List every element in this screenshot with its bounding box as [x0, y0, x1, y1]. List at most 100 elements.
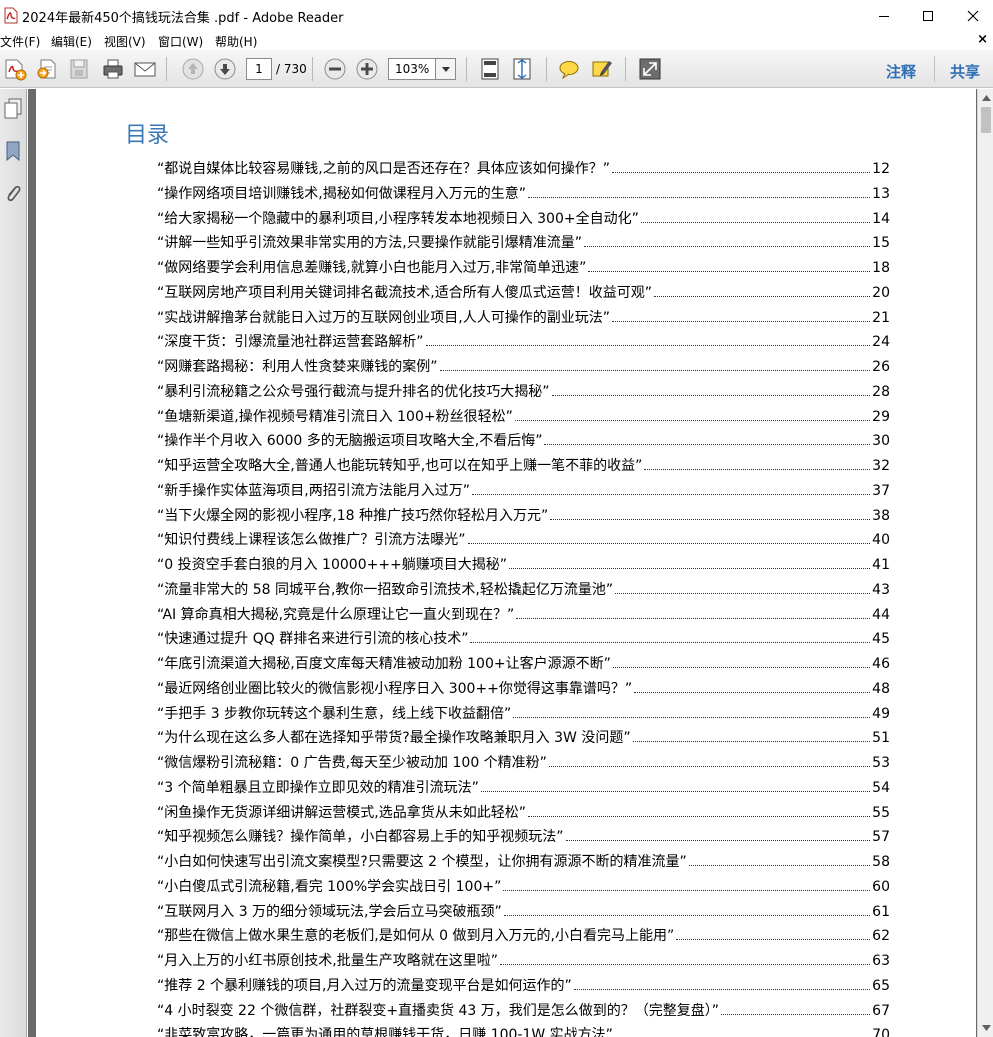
toc-entry[interactable]: “3 个简单粗暴且立即操作立即见效的精准引流玩法” 54: [157, 776, 890, 801]
close-window-button[interactable]: [950, 0, 993, 31]
bookmarks-icon[interactable]: [3, 139, 23, 163]
maximize-button[interactable]: [905, 0, 951, 31]
toc-entry[interactable]: “推荐 2 个暴利赚钱的项目,月入过万的流量变现平台是如何运作的” 65: [157, 974, 890, 999]
toc-entry[interactable]: “讲解一些知乎引流效果非常实用的方法,只要操作就能引爆精准流量” 15: [157, 231, 890, 256]
toc-dot-leader: [634, 678, 871, 693]
menu-help[interactable]: 帮助(H): [215, 33, 257, 50]
toc-entry[interactable]: “操作半个月收入 6000 多的无脑搬运项目攻略大全,不看后悔” 30: [157, 429, 890, 454]
toc-entry[interactable]: “暴利引流秘籍之公众号强行截流与提升排名的优化技巧大揭秘” 28: [157, 380, 890, 405]
toc-entry[interactable]: “流量非常大的 58 同城平台,教你一招致命引流技术,轻松撬起亿万流量池” 43: [157, 578, 890, 603]
open-export-button[interactable]: [34, 56, 60, 82]
toc-entry[interactable]: “给大家揭秘一个隐藏中的暴利项目,小程序转发本地视频日入 300+全自动化” 14: [157, 207, 890, 232]
toc-entry-title: “年底引流渠道大揭秘,百度文库每天精准被动加粉 100+让客户源源不断”: [157, 656, 611, 672]
toc-entry-title: “深度干货：引爆流量池社群运营套路解析”: [157, 334, 424, 351]
next-page-button[interactable]: [212, 56, 238, 82]
zoom-select[interactable]: 103%: [388, 58, 456, 80]
toc-entry[interactable]: “小白如何快速写出引流文案模型?只需要这 2 个模型，让你拥有源源不断的精准流量…: [157, 850, 890, 875]
toc-dot-leader: [688, 851, 871, 866]
minimize-button[interactable]: [861, 0, 907, 31]
highlight-button[interactable]: [589, 56, 615, 82]
menu-file[interactable]: 文件(F): [0, 33, 40, 50]
toc-entry-title: “3 个简单粗暴且立即操作立即见效的精准引流玩法”: [157, 779, 479, 796]
comment-button[interactable]: [556, 56, 582, 82]
toc-entry[interactable]: “韭菜致富攻略，一篇更为通用的草根赚钱干货，日赚 100-1W 实战方法” 70: [157, 1023, 890, 1037]
toc-entry[interactable]: “月入上万的小红书原创技术,批量生产攻略就在这里啦” 63: [157, 949, 890, 974]
toc-entry-page: 54: [872, 779, 890, 796]
toc-entry[interactable]: “手把手 3 步教你玩转这个暴利生意，线上线下收益翻倍” 49: [157, 702, 890, 727]
toc-dot-leader: [527, 802, 871, 817]
toc-entry-page: 65: [872, 977, 890, 994]
close-document-button[interactable]: ×: [977, 32, 988, 47]
toc-entry[interactable]: “互联网月入 3 万的细分领域玩法,学会后立马突破瓶颈” 61: [157, 900, 890, 925]
fit-width-button[interactable]: [509, 56, 535, 82]
toc-entry[interactable]: “新手操作实体蓝海项目,两招引流方法能月入过万” 37: [157, 479, 890, 504]
toc-entry-title: “当下火爆全网的影视小程序,18 种推广技巧然你轻松月入万元”: [157, 507, 549, 524]
page-number-input[interactable]: 1: [246, 58, 272, 80]
zoom-out-icon: [324, 58, 346, 80]
toc-entry[interactable]: “为什么现在这么多人都在选择知乎带货?最全操作攻略兼职月入 3W 没问题” 51: [157, 726, 890, 751]
zoom-in-button[interactable]: [354, 56, 380, 82]
toc-entry[interactable]: “知乎运营全攻略大全,普通人也能玩转知乎,也可以在知乎上赚一笔不菲的收益” 32: [157, 454, 890, 479]
tab-annotate[interactable]: 注释: [886, 61, 916, 82]
toc-entry-page: 63: [872, 953, 890, 969]
zoom-out-button[interactable]: [322, 56, 348, 82]
maximize-icon: [923, 10, 933, 21]
scroll-down-arrow[interactable]: [978, 1020, 993, 1036]
menu-window[interactable]: 窗口(W): [158, 33, 203, 50]
toc-entry[interactable]: “知识付费线上课程该怎么做推广？引流方法曝光” 40: [157, 528, 890, 553]
toc-dot-leader: [612, 653, 871, 668]
toc-entry[interactable]: “0 投资空手套白狼的月入 10000+++躺赚项目大揭秘” 41: [157, 553, 890, 578]
toc-entry[interactable]: “操作网络项目培训赚钱术,揭秘如何做课程月入万元的生意” 13: [157, 182, 890, 207]
toc-entry[interactable]: “微信爆粉引流秘籍：0 广告费,每天至少被动加 100 个精准粉” 53: [157, 751, 890, 776]
toc-entry[interactable]: “深度干货：引爆流量池社群运营套路解析” 24: [157, 330, 890, 355]
toc-dot-leader: [499, 950, 871, 965]
toc-entry-title: “0 投资空手套白狼的月入 10000+++躺赚项目大揭秘”: [157, 557, 508, 573]
close-icon: [967, 10, 979, 21]
toc-entry[interactable]: “最近网络创业圈比较火的微信影视小程序日入 300++你觉得这事靠谱吗？” 48: [157, 677, 890, 702]
save-button[interactable]: [66, 56, 92, 82]
fullscreen-icon: [639, 58, 661, 80]
scroll-thumb[interactable]: [981, 107, 991, 133]
toc-entry-title: “手把手 3 步教你玩转这个暴利生意，线上线下收益翻倍”: [157, 705, 512, 722]
document-viewport[interactable]: 目录 “都说自媒体比较容易赚钱,之前的风口是否还存在？具体应该如何操作？” 12 “…: [28, 89, 977, 1037]
email-button[interactable]: [132, 56, 158, 82]
toc-entry-page: 26: [872, 359, 890, 375]
tab-share[interactable]: 共享: [950, 61, 980, 82]
fit-page-button[interactable]: [477, 56, 503, 82]
chevron-down-icon[interactable]: [435, 59, 455, 79]
toc-entry[interactable]: “互联网房地产项目利用关键词排名截流技术,适合所有人傻瓜式运营！收益可观” 20: [157, 281, 890, 306]
toc-dot-leader: [565, 826, 871, 842]
toc-entry-title: “为什么现在这么多人都在选择知乎带货?最全操作攻略兼职月入 3W 没问题”: [157, 730, 631, 747]
previous-page-icon: [182, 58, 204, 80]
page-thumbnails-icon[interactable]: [3, 97, 23, 121]
toc-entry[interactable]: “鱼塘新渠道,操作视频号精准引流日入 100+粉丝很轻松” 29: [157, 405, 890, 430]
toc-dot-leader: [516, 604, 871, 619]
create-pdf-button[interactable]: [2, 56, 28, 82]
toc-entry[interactable]: “实战讲解撸茅台就能日入过万的互联网创业项目,人人可操作的副业玩法” 21: [157, 306, 890, 331]
toc-entry-title: “最近网络创业圈比较火的微信影视小程序日入 300++你觉得这事靠谱吗？”: [157, 680, 633, 697]
toc-entry[interactable]: “闲鱼操作无货源详细讲解运营模式,选品拿货从未如此轻松” 55: [157, 801, 890, 826]
toc-dot-leader: [676, 925, 871, 941]
toc-entry[interactable]: “年底引流渠道大揭秘,百度文库每天精准被动加粉 100+让客户源源不断” 46: [157, 652, 890, 677]
toc-entry[interactable]: “快速通过提升 QQ 群排名来进行引流的核心技术” 45: [157, 627, 890, 652]
toc-dot-leader: [503, 901, 871, 916]
toc-entry-title: “小白如何快速写出引流文案模型?只需要这 2 个模型，让你拥有源源不断的精准流量…: [157, 854, 687, 870]
toc-entry[interactable]: “那些在微信上做水果生意的老板们,是如何从 0 做到月入万元的,小白看完马上能用…: [157, 924, 890, 949]
toc-dot-leader: [471, 480, 871, 495]
vertical-scrollbar[interactable]: [977, 89, 993, 1037]
previous-page-button[interactable]: [180, 56, 206, 82]
toc-entry[interactable]: “知乎视频怎么赚钱？操作简单，小白都容易上手的知乎视频玩法” 57: [157, 825, 890, 850]
fullscreen-button[interactable]: [637, 56, 663, 82]
attachments-icon[interactable]: [3, 181, 23, 205]
toc-entry[interactable]: “AI 算命真相大揭秘,究竟是什么原理让它一直火到现在？” 44: [157, 603, 890, 628]
toc-entry[interactable]: “做网络要学会利用信息差赚钱,就算小白也能月入过万,非常简单迅速” 18: [157, 256, 890, 281]
scroll-up-arrow[interactable]: [978, 90, 993, 106]
print-button[interactable]: [100, 56, 126, 82]
menu-view[interactable]: 视图(V): [104, 33, 146, 50]
toc-entry[interactable]: “当下火爆全网的影视小程序,18 种推广技巧然你轻松月入万元” 38: [157, 504, 890, 529]
toc-entry[interactable]: “4 小时裂变 22 个微信群，社群裂变+直播卖货 43 万，我们是怎么做到的？…: [157, 999, 890, 1024]
toc-entry[interactable]: “网赚套路揭秘：利用人性贪婪来赚钱的案例” 26: [157, 355, 890, 380]
toc-entry[interactable]: “小白傻瓜式引流秘籍,看完 100%学会实战日引 100+” 60: [157, 875, 890, 900]
toc-entry[interactable]: “都说自媒体比较容易赚钱,之前的风口是否还存在？具体应该如何操作？” 12: [157, 157, 890, 182]
menu-edit[interactable]: 编辑(E): [51, 33, 92, 50]
